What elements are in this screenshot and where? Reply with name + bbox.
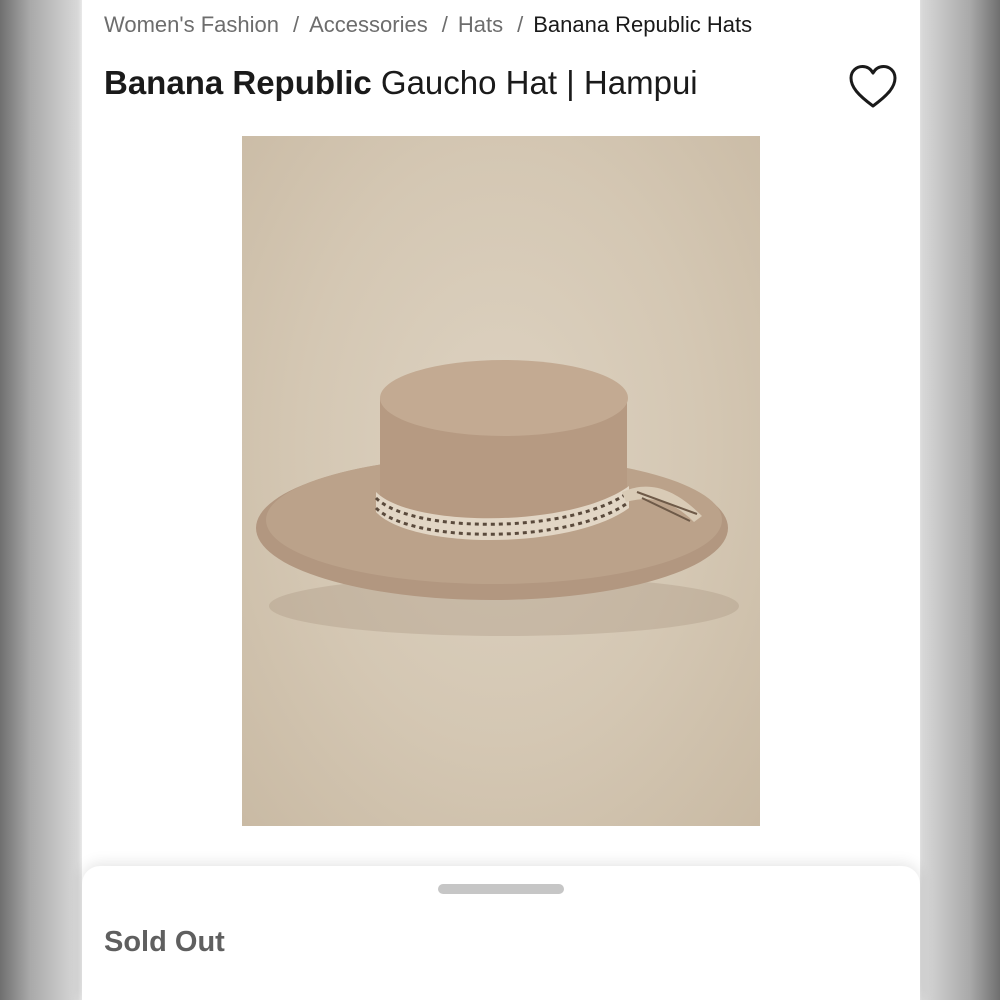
product-brand[interactable]: Banana Republic <box>104 64 372 101</box>
product-photo[interactable] <box>242 136 760 826</box>
product-title: Banana Republic Gaucho Hat | Hampui <box>104 64 698 102</box>
heart-outline-icon <box>849 65 897 108</box>
breadcrumb-separator: / <box>441 12 448 37</box>
availability-status: Sold Out <box>104 926 225 958</box>
favorite-button[interactable] <box>848 64 898 110</box>
hat-image <box>256 360 739 636</box>
breadcrumb-separator: / <box>517 12 524 37</box>
breadcrumb-hats[interactable]: Hats <box>458 12 503 38</box>
bottom-sheet: Sold Out <box>82 866 920 1000</box>
breadcrumb-womens-fashion[interactable]: Women's Fashion <box>104 12 279 38</box>
breadcrumb-banana-republic-hats[interactable]: Banana Republic Hats <box>533 12 752 38</box>
breadcrumb-accessories[interactable]: Accessories <box>309 12 428 38</box>
sheet-drag-handle[interactable] <box>438 884 564 894</box>
product-page: Women's Fashion / Accessories / Hats / B… <box>82 0 920 1000</box>
product-name: Gaucho Hat | Hampui <box>380 64 698 101</box>
breadcrumb: Women's Fashion / Accessories / Hats / B… <box>104 12 752 38</box>
breadcrumb-separator: / <box>292 12 300 37</box>
